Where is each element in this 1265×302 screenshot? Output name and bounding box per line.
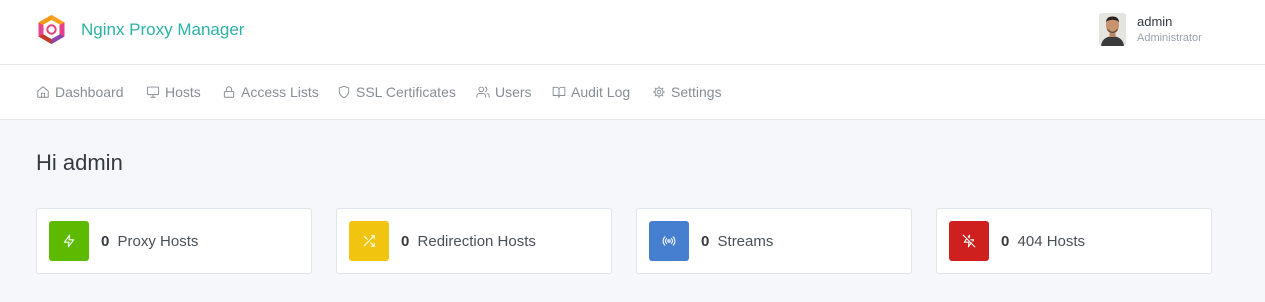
stat-card-streams[interactable]: 0 Streams [636, 208, 912, 274]
shuffle-icon [363, 235, 375, 247]
nav-item-settings[interactable]: Settings [652, 65, 722, 119]
nav-item-hosts[interactable]: Hosts [146, 65, 201, 119]
card-icon-box [949, 221, 989, 261]
card-count: 0 [1001, 232, 1010, 250]
nav-item-audit-log[interactable]: Audit Log [552, 65, 630, 119]
shield-icon [338, 85, 350, 99]
zap-icon [63, 234, 75, 248]
card-count: 0 [401, 232, 410, 250]
main-nav: Dashboard Hosts Access Lists SSL Certifi… [0, 65, 1265, 120]
user-avatar-icon [1099, 13, 1126, 46]
app-title: Nginx Proxy Manager [81, 19, 245, 39]
book-icon [552, 86, 566, 98]
card-label: Proxy Hosts [117, 232, 199, 250]
user-role: Administrator [1137, 32, 1202, 44]
nav-item-label: SSL Certificates [356, 84, 456, 100]
nav-item-dashboard[interactable]: Dashboard [36, 65, 124, 119]
card-icon-box [649, 221, 689, 261]
user-name: admin [1137, 14, 1173, 29]
nav-item-label: Users [495, 84, 532, 100]
card-count: 0 [101, 232, 110, 250]
radio-icon [662, 236, 676, 246]
nginx-proxy-manager-logo-icon [38, 15, 65, 44]
nav-item-users[interactable]: Users [476, 65, 532, 119]
nav-item-label: Access Lists [241, 84, 319, 100]
card-icon-box [349, 221, 389, 261]
zap-off-icon [962, 234, 976, 248]
nav-item-access-lists[interactable]: Access Lists [222, 65, 319, 119]
card-icon-box [49, 221, 89, 261]
monitor-icon [146, 86, 160, 98]
nav-item-label: Settings [671, 84, 722, 100]
nav-item-label: Dashboard [55, 84, 124, 100]
stat-card-proxy-hosts[interactable]: 0 Proxy Hosts [36, 208, 312, 274]
lock-icon [223, 86, 235, 98]
nav-item-label: Hosts [165, 84, 201, 100]
card-label: 404 Hosts [1017, 232, 1086, 250]
avatar [1099, 13, 1126, 46]
card-count: 0 [701, 232, 710, 250]
nav-item-label: Audit Log [571, 84, 631, 100]
stat-card-404-hosts[interactable]: 0 404 Hosts [936, 208, 1212, 274]
card-label: Redirection Hosts [417, 232, 536, 250]
nav-item-ssl-certificates[interactable]: SSL Certificates [337, 65, 456, 119]
users-icon [476, 86, 490, 98]
gear-icon [652, 85, 666, 99]
home-icon [37, 86, 49, 98]
card-label: Streams [717, 232, 774, 250]
brand-home-link[interactable]: Nginx Proxy Manager [37, 14, 244, 45]
user-menu[interactable]: admin Administrator [1099, 13, 1202, 46]
page-title: Hi admin [36, 150, 123, 175]
top-header: Nginx Proxy Manager admin Administrator [0, 0, 1265, 65]
stat-card-redirection-hosts[interactable]: 0 Redirection Hosts [336, 208, 612, 274]
